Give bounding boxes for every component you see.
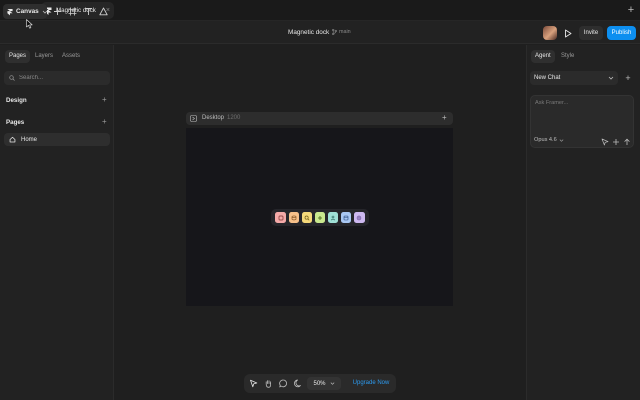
vector-tool-icon[interactable]: [97, 5, 110, 18]
window-icon[interactable]: [340, 212, 352, 223]
search-icon: [9, 75, 15, 81]
model-selector[interactable]: Opus 4.6: [534, 137, 564, 143]
chat-selector-label: New Chat: [534, 75, 561, 81]
gear-icon[interactable]: [354, 212, 365, 223]
square-icon[interactable]: [275, 212, 286, 223]
preview-play-icon[interactable]: [562, 27, 574, 39]
chevron-down-icon: [608, 75, 614, 81]
add-design-button[interactable]: +: [102, 95, 107, 104]
text-tool-icon[interactable]: [82, 5, 95, 18]
breakpoint-icon: [190, 115, 197, 122]
branch-icon: [332, 29, 337, 35]
pages-section-title: Pages: [6, 119, 25, 126]
person-icon[interactable]: [327, 212, 339, 223]
page-item-label: Home: [21, 136, 38, 143]
stack-icon[interactable]: [288, 212, 300, 223]
tab-pages[interactable]: Pages: [5, 50, 31, 63]
frame-width: 1200: [227, 115, 241, 121]
select-element-icon[interactable]: [600, 137, 609, 146]
agent-prompt-input[interactable]: [535, 100, 631, 130]
dark-mode-moon-icon[interactable]: [293, 378, 304, 389]
tab-layers[interactable]: Layers: [31, 50, 57, 63]
search-input[interactable]: [19, 75, 105, 81]
tab-assets[interactable]: Assets: [58, 50, 84, 63]
frame-name: Desktop: [202, 115, 225, 121]
framer-logo-icon: [7, 8, 13, 16]
invite-button[interactable]: Invite: [579, 26, 603, 40]
publish-button[interactable]: Publish: [607, 26, 636, 40]
left-sidebar: Pages Layers Assets Design + Pages + Hom…: [0, 45, 114, 400]
zoom-level-value: 50%: [313, 380, 326, 387]
design-section-title: Design: [6, 97, 27, 104]
mouse-cursor-icon: [26, 19, 33, 29]
comment-tool-icon[interactable]: [278, 378, 289, 389]
avatar[interactable]: [543, 26, 557, 40]
hand-tool-icon[interactable]: [263, 378, 274, 389]
insert-plus-icon[interactable]: [51, 5, 64, 18]
plus-icon[interactable]: [314, 212, 326, 223]
tab-style[interactable]: Style: [557, 50, 578, 63]
chevron-down-icon: [330, 381, 335, 386]
cursor-tool-icon[interactable]: [248, 378, 259, 389]
canvas-menu-label: Canvas: [16, 8, 39, 15]
project-title[interactable]: Magnetic dock: [288, 29, 329, 36]
add-breakpoint-button[interactable]: +: [442, 113, 447, 122]
model-label: Opus 4.6: [534, 137, 557, 143]
chevron-down-icon: [42, 9, 48, 15]
frame-tool-icon[interactable]: [66, 5, 79, 18]
zoom-level-select[interactable]: 50%: [307, 377, 341, 390]
search-icon[interactable]: [301, 212, 313, 223]
canvas-menu-button[interactable]: Canvas: [3, 4, 48, 19]
page-item-home[interactable]: Home: [4, 133, 110, 146]
chat-selector[interactable]: New Chat: [530, 71, 618, 85]
new-tab-button[interactable]: +: [624, 3, 638, 17]
attach-plus-icon[interactable]: [611, 137, 620, 146]
branch-selector[interactable]: main: [332, 29, 351, 35]
send-arrow-icon[interactable]: [622, 137, 631, 146]
chevron-down-icon: [559, 138, 564, 143]
branch-label: main: [339, 29, 351, 35]
magnetic-dock[interactable]: [271, 209, 369, 226]
tab-agent[interactable]: Agent: [531, 50, 555, 63]
new-chat-button[interactable]: +: [622, 72, 634, 84]
add-page-button[interactable]: +: [102, 117, 107, 126]
frame-header[interactable]: Desktop 1200 +: [186, 112, 453, 125]
upgrade-now-button[interactable]: Upgrade Now: [348, 377, 394, 390]
home-icon: [9, 136, 16, 143]
search-field[interactable]: [4, 71, 110, 85]
